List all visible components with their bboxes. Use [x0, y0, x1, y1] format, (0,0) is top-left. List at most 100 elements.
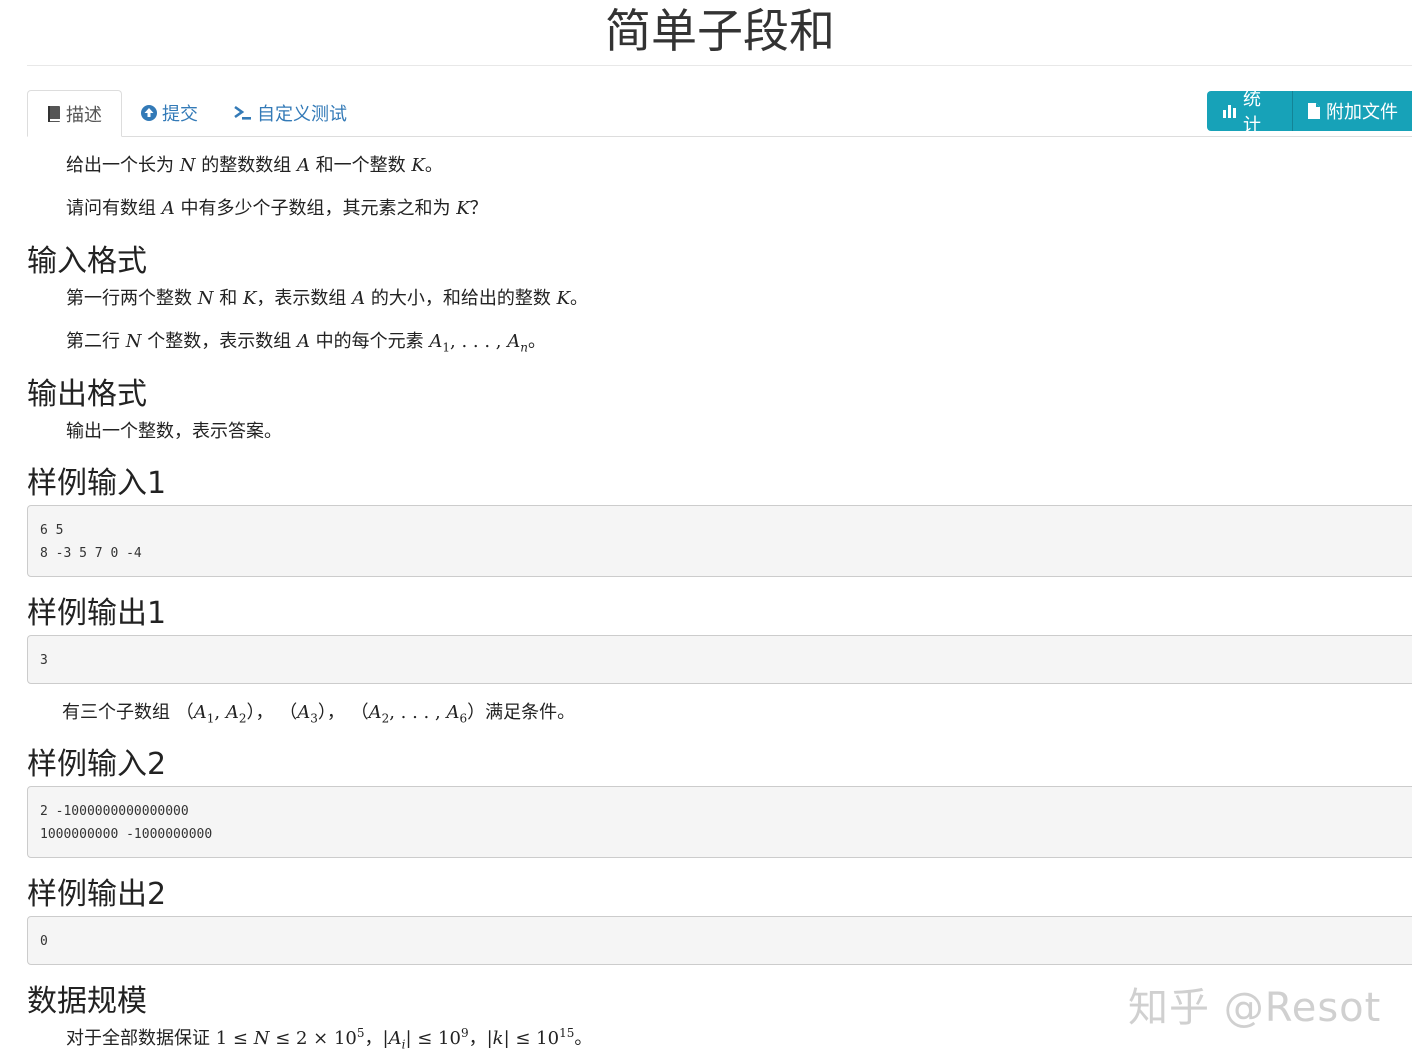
text: 有三个子数组 （	[62, 702, 194, 723]
math-var: N	[253, 1028, 270, 1049]
math-var: K	[242, 288, 257, 309]
text: 。	[424, 155, 443, 176]
math-var: N	[125, 331, 142, 352]
math-var: A	[296, 331, 310, 352]
input-format-line-2: 第二行 N 个整数，表示数组 A 中的每个元素 A1, . . . , An。	[66, 327, 546, 355]
math-text: ，|	[364, 1028, 389, 1049]
upload-circle-icon	[140, 104, 158, 122]
math-text: | ≤ 10	[503, 1028, 560, 1049]
tab-label: 描述	[66, 104, 102, 126]
math-var: A	[429, 331, 443, 352]
math-var: A	[296, 155, 310, 176]
text: 中有多少个子数组，其元素之和为	[174, 198, 457, 219]
math-var: K	[456, 198, 470, 219]
text: 中的每个元素	[309, 331, 430, 352]
text: ）， （	[246, 702, 298, 723]
math-var: A	[297, 702, 311, 723]
code-line: 0	[40, 934, 48, 949]
math-var: N	[179, 155, 196, 176]
text: ）， （	[317, 702, 369, 723]
text: ）满足条件。	[467, 702, 576, 723]
text: 请问有数组	[66, 198, 162, 219]
math-subscript: 1	[442, 340, 451, 355]
math-var: A	[368, 702, 382, 723]
tab-custom-test[interactable]: 自定义测试	[215, 90, 365, 136]
math-var: A	[352, 288, 366, 309]
bar-chart-icon	[1222, 103, 1238, 119]
math-var: A	[225, 702, 239, 723]
math-subscript: 3	[310, 711, 318, 726]
text: 对于全部数据保证	[66, 1028, 216, 1049]
math-var: A	[193, 702, 207, 723]
math-var: A	[446, 702, 460, 723]
math-ellipsis: , . . . ,	[389, 702, 447, 723]
input-format-heading: 输入格式	[27, 244, 147, 279]
math-text: | ≤ 10	[405, 1028, 461, 1049]
sample-input-2-heading: 样例输入2	[27, 747, 167, 782]
text: 和一个整数	[309, 155, 412, 176]
attachments-label: 附加文件	[1326, 102, 1398, 123]
tab-description[interactable]: 描述	[27, 90, 122, 137]
stats-label: 统计	[1243, 89, 1261, 136]
sample-input-2-code: 2 -1000000000000000 1000000000 -10000000…	[27, 786, 1412, 858]
math-exponent: 9	[460, 1026, 469, 1040]
sample-output-2-code: 0	[27, 916, 1412, 965]
math-subscript: n	[520, 340, 528, 355]
text: 的大小，和给出的整数	[365, 288, 557, 309]
code-line: 2 -1000000000000000	[40, 804, 189, 819]
math-text: ≤ 2 × 10	[269, 1028, 357, 1049]
description-line-1: 给出一个长为 N 的整数数组 A 和一个整数 K。	[66, 151, 443, 177]
math-var: A	[507, 331, 521, 352]
code-line: 1000000000 -1000000000	[40, 827, 213, 842]
text: 。	[527, 331, 546, 352]
text: 第一行两个整数	[66, 288, 198, 309]
sample-output-1-heading: 样例输出1	[27, 596, 167, 631]
math-var: A	[161, 198, 175, 219]
text: 。	[574, 1028, 593, 1049]
description-line-2: 请问有数组 A 中有多少个子数组，其元素之和为 K？	[66, 194, 488, 220]
sample-explanation: 有三个子数组 （A1, A2）， （A3）， （A2, . . . , A6）满…	[62, 698, 575, 726]
text: 给出一个长为	[66, 155, 180, 176]
constraints-heading: 数据规模	[27, 984, 147, 1019]
math-subscript: 6	[459, 711, 468, 726]
text: 。	[570, 288, 589, 309]
tab-submit[interactable]: 提交	[122, 90, 216, 136]
sample-output-2-heading: 样例输出2	[27, 877, 167, 912]
math-var: N	[197, 288, 214, 309]
code-line: 6 5	[40, 523, 64, 538]
sample-output-1-code: 3	[27, 635, 1412, 684]
math-var: k	[492, 1028, 504, 1049]
output-format-heading: 输出格式	[27, 377, 147, 412]
math-text: ，|	[468, 1028, 493, 1049]
stats-button[interactable]: 统计	[1207, 89, 1293, 136]
text: 和	[213, 288, 243, 309]
text: ，表示数组	[256, 288, 353, 309]
book-icon	[46, 105, 62, 123]
math-exponent: 15	[559, 1026, 575, 1040]
watermark: 知乎 @Resot	[1128, 985, 1382, 1031]
input-format-line-1: 第一行两个整数 N 和 K，表示数组 A 的大小，和给出的整数 K。	[66, 284, 588, 310]
page-title: 简单子段和	[605, 4, 835, 58]
text: 个整数，表示数组	[141, 331, 297, 352]
math-text: 1 ≤	[215, 1028, 254, 1049]
text: 第二行	[66, 331, 126, 352]
attachments-button[interactable]: 附加文件	[1293, 91, 1412, 131]
sample-input-1-heading: 样例输入1	[27, 466, 167, 501]
text: 的整数数组	[195, 155, 297, 176]
text: ？	[469, 198, 488, 219]
math-ellipsis: , . . . ,	[450, 331, 508, 352]
sample-input-1-code: 6 5 8 -3 5 7 0 -4	[27, 505, 1412, 577]
math-comma: ,	[214, 702, 226, 723]
math-var: A	[388, 1028, 402, 1049]
output-format-line-1: 输出一个整数，表示答案。	[66, 421, 282, 442]
file-icon	[1307, 102, 1321, 120]
tab-label: 自定义测试	[257, 104, 347, 125]
code-line: 8 -3 5 7 0 -4	[40, 546, 142, 561]
problem-tabs: 描述 提交 自定义测试	[27, 90, 1412, 137]
constraints-line: 对于全部数据保证 1 ≤ N ≤ 2 × 105，|Ai| ≤ 109，|k| …	[66, 1024, 592, 1052]
math-var: K	[411, 155, 425, 176]
action-button-group: 统计 附加文件	[1207, 89, 1412, 136]
terminal-icon	[233, 104, 253, 122]
math-var: K	[556, 288, 571, 309]
code-line: 3	[40, 653, 48, 668]
